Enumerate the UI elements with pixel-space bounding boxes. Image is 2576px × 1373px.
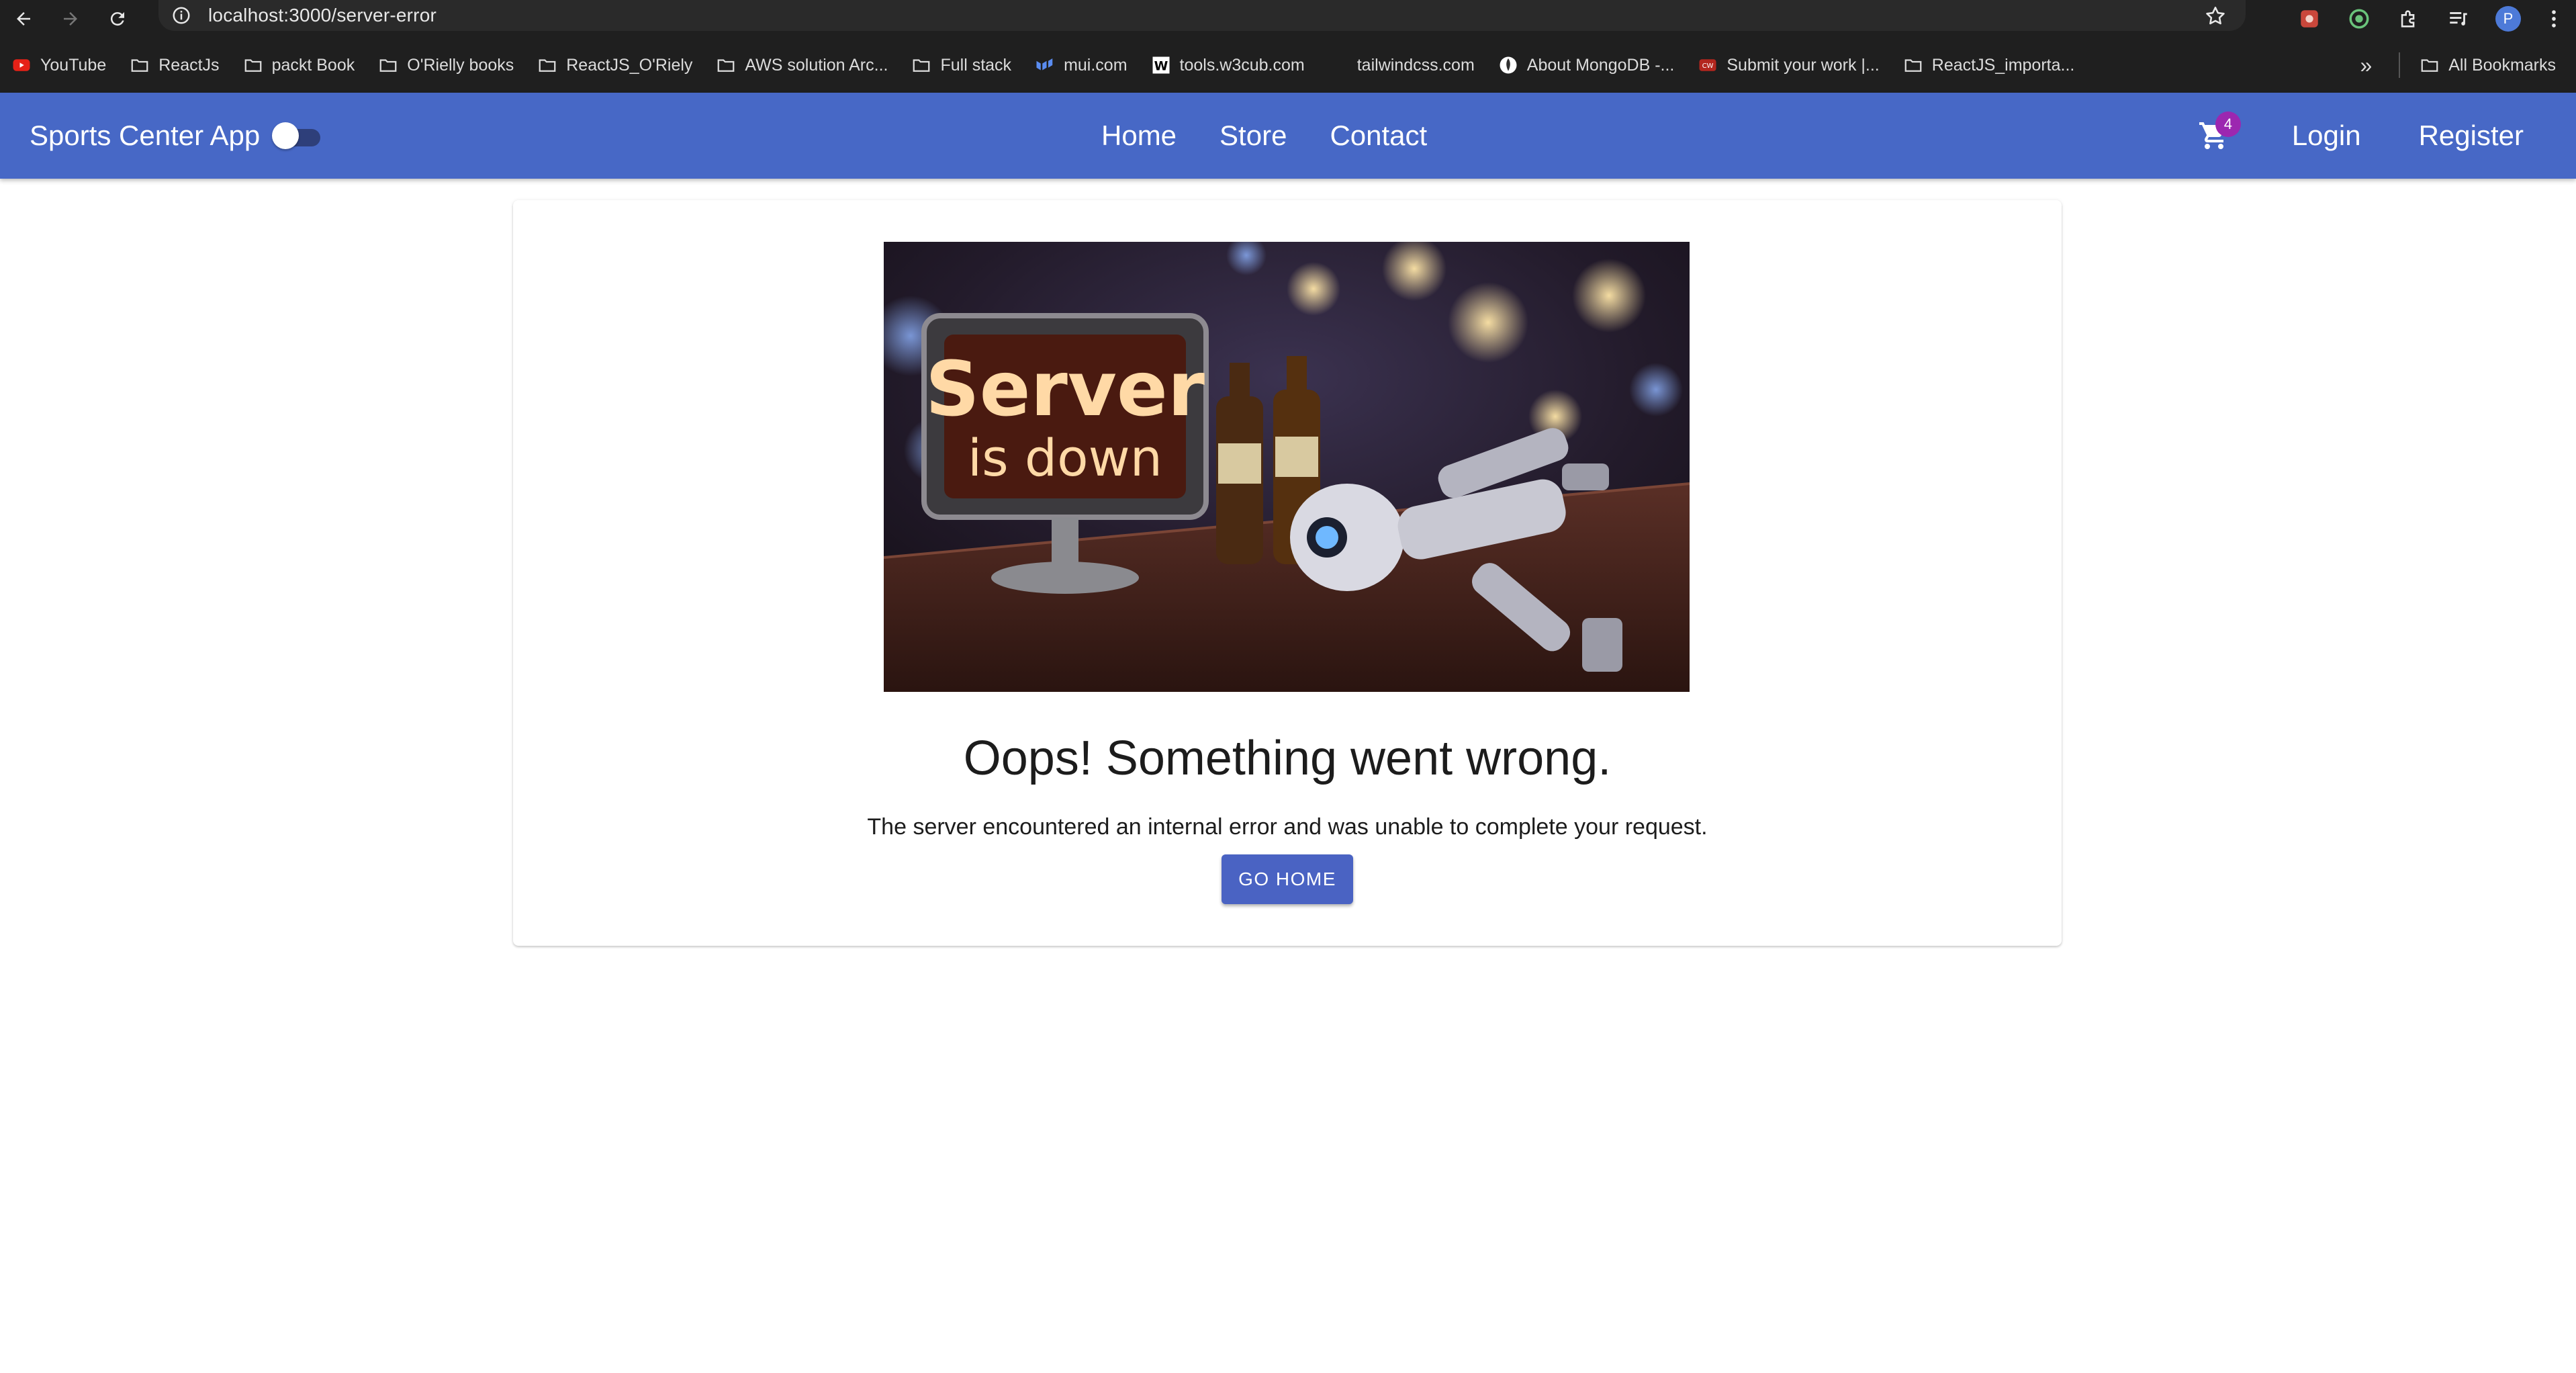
folder-icon [377,56,399,75]
youtube-icon [11,56,32,75]
extension-green-icon[interactable] [2346,6,2372,32]
cart-count-badge: 4 [2215,112,2241,137]
extension-red-icon[interactable] [2297,6,2322,32]
bookmark-tailwind[interactable]: tailwindcss.com [1328,56,1475,75]
bookmark-label: About MongoDB -... [1526,55,1675,75]
browser-toolbar: localhost:3000/server-error P [0,0,2576,38]
bookmark-star-icon[interactable] [2204,5,2227,28]
all-bookmarks-button[interactable]: All Bookmarks [2419,56,2556,75]
sign-text-line2: is down [968,428,1162,488]
error-heading: Oops! Something went wrong. [963,732,1612,785]
app-bar: Sports Center App Home Store Contact 4 L… [0,93,2576,179]
bookmark-label: O'Rielly books [407,55,514,75]
more-bookmarks-chevron-icon[interactable]: » [2360,53,2372,78]
app-title: Sports Center App [30,120,261,151]
tailwind-icon [1328,56,1349,75]
bookmark-folder-reactjs-important[interactable]: ReactJS_importa... [1902,55,2075,75]
svg-text:W: W [1154,60,1168,74]
bookmark-submit-work[interactable]: CW Submit your work |... [1697,55,1880,75]
folder-icon [911,56,932,75]
browser-menu-icon[interactable] [2541,6,2567,32]
extensions-area: P [2297,0,2576,38]
login-link[interactable]: Login [2292,120,2361,152]
bookmark-folder-aws[interactable]: AWS solution Arc... [715,56,888,75]
url-text: localhost:3000/server-error [208,5,436,26]
bookmark-label: YouTube [40,55,107,75]
bookmark-folder-reactjs[interactable]: ReactJs [129,55,220,75]
bookmark-w3cub[interactable]: W tools.w3cub.com [1150,56,1305,75]
back-arrow-icon [17,12,30,26]
forward-button[interactable] [47,0,94,38]
server-down-image: Server is down [884,242,1690,692]
w3cub-icon: W [1150,56,1172,75]
extensions-puzzle-icon[interactable] [2396,6,2422,32]
reload-button[interactable] [94,0,141,38]
bookmark-label: Submit your work |... [1727,55,1880,75]
dark-mode-toggle[interactable] [272,121,323,150]
bookmark-youtube[interactable]: YouTube [11,56,106,75]
bookmark-folder-packt[interactable]: packt Book [242,56,355,75]
bookmarks-divider [2399,52,2401,78]
bookmarks-bar: YouTube ReactJs packt Book O'Rielly book… [0,38,2576,93]
bookmarks-right: » All Bookmarks [2360,38,2556,93]
back-button[interactable] [0,0,47,38]
mongodb-icon [1498,56,1519,75]
error-message: The server encountered an internal error… [867,814,1708,840]
bookmark-folder-fullstack[interactable]: Full stack [911,56,1011,75]
profile-avatar[interactable]: P [2495,6,2521,32]
folder-icon [2419,56,2440,75]
sign-text-line1: Server [925,346,1205,433]
nav-store-link[interactable]: Store [1220,120,1287,152]
bookmark-label: ReactJs [158,55,220,75]
bookmark-label: mui.com [1064,55,1128,75]
bookmark-label: ReactJS_importa... [1931,55,2075,75]
bookmark-folder-reactjs-oriely[interactable]: ReactJS_O'Riely [537,56,692,75]
mui-icon [1034,56,1056,75]
go-home-button[interactable]: GO HOME [1222,854,1353,904]
cart-button[interactable]: 4 [2194,112,2241,156]
register-link[interactable]: Register [2419,120,2524,152]
address-bar[interactable]: localhost:3000/server-error [158,0,2246,31]
folder-icon [537,56,558,75]
error-card: Server is down Oops! Something went wron… [513,200,2062,946]
all-bookmarks-label: All Bookmarks [2448,55,2556,75]
bookmark-label: ReactJS_O'Riely [566,55,693,75]
media-control-icon[interactable] [2446,6,2471,32]
submit-icon: CW [1697,56,1718,75]
folder-icon [715,56,737,75]
bookmark-label: Full stack [940,55,1012,75]
main-nav: Home Store Contact [1101,93,1470,179]
site-info-icon[interactable] [169,3,193,28]
right-nav: 4 Login Register [2194,93,2524,179]
bookmark-mongodb[interactable]: About MongoDB -... [1498,55,1675,75]
bookmark-label: tailwindcss.com [1356,55,1475,75]
toggle-thumb [272,122,300,149]
forward-arrow-icon [64,12,77,26]
bookmark-folder-orielly[interactable]: O'Rielly books [377,56,514,75]
reload-icon [110,12,124,26]
nav-contact-link[interactable]: Contact [1330,120,1427,152]
nav-home-link[interactable]: Home [1101,120,1177,152]
svg-text:CW: CW [1702,62,1714,70]
folder-icon [129,56,150,75]
bookmark-label: AWS solution Arc... [745,55,888,75]
bookmark-label: packt Book [271,55,355,75]
bookmark-label: tools.w3cub.com [1179,55,1305,75]
bookmark-mui[interactable]: mui.com [1034,55,1128,75]
folder-icon [1902,56,1924,75]
folder-icon [242,56,264,75]
